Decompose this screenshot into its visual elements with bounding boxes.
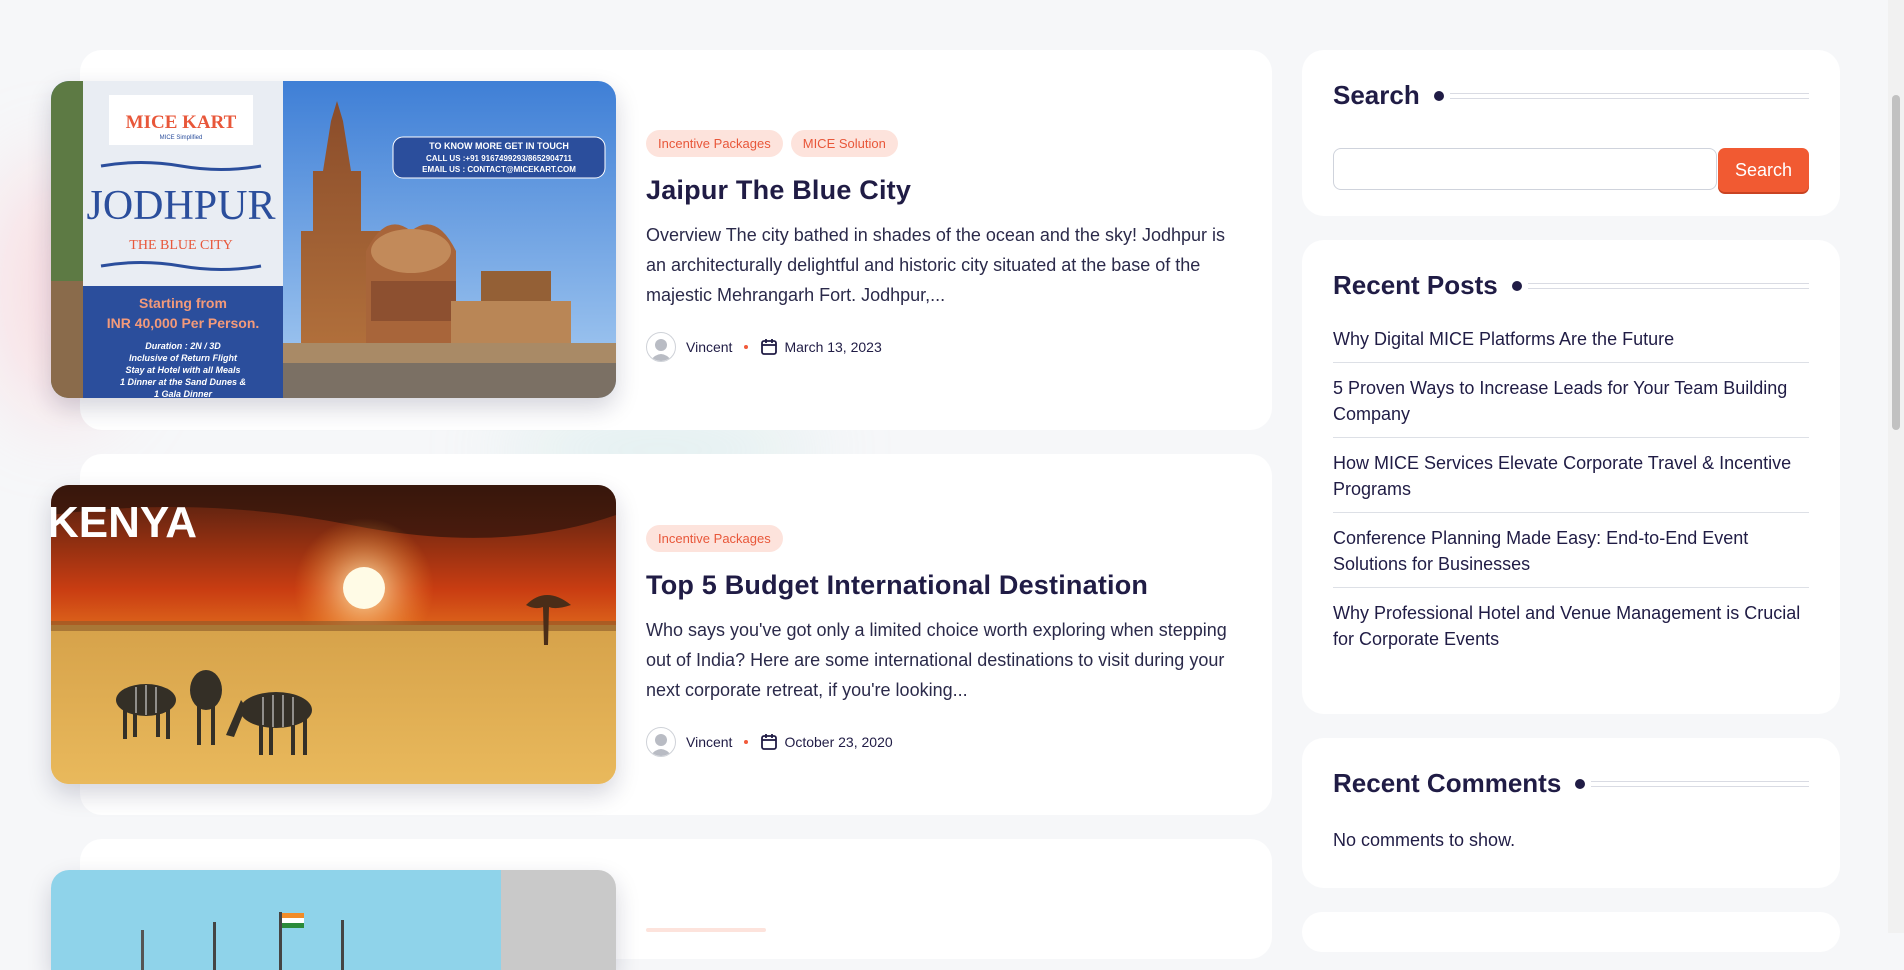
recent-post-link[interactable]: How MICE Services Elevate Corporate Trav…: [1333, 450, 1809, 513]
no-comments-text: No comments to show.: [1333, 830, 1516, 850]
post-tags: Incentive Packages: [646, 525, 1246, 552]
widget-header: Search: [1333, 80, 1809, 111]
post-image: [51, 870, 616, 970]
poster-detail: 1 Dinner at the Sand Dunes &: [120, 377, 246, 387]
post-meta: Vincent March 13, 2023: [646, 332, 1246, 362]
post-content: [646, 928, 1246, 932]
poster-detail: Stay at Hotel with all Meals: [125, 365, 240, 375]
search-button[interactable]: Search: [1718, 148, 1809, 192]
post-date[interactable]: October 23, 2020: [784, 734, 892, 750]
recent-comments-widget: Recent Comments No comments to show.: [1302, 738, 1840, 888]
recent-posts-list: Why Digital MICE Platforms Are the Futur…: [1333, 326, 1809, 674]
user-avatar-icon: [646, 727, 676, 757]
tag-incentive-packages[interactable]: Incentive Packages: [646, 525, 783, 552]
poster-detail: Duration : 2N / 3D: [145, 341, 221, 351]
title-dot: [1433, 90, 1444, 101]
widget-header: Recent Comments: [1333, 768, 1809, 799]
post-tag[interactable]: [646, 928, 766, 932]
post-meta: Vincent October 23, 2020: [646, 727, 1246, 757]
poster-price-line2: INR 40,000 Per Person.: [107, 315, 260, 331]
post-thumbnail[interactable]: MICE KART MICE Simplified JODHPUR THE BL…: [51, 81, 616, 398]
title-divider: [1527, 282, 1809, 289]
search-input[interactable]: [1333, 148, 1717, 190]
title-dot: [1575, 778, 1586, 789]
post-tags: Incentive Packages MICE Solution: [646, 130, 1246, 157]
recent-post-link[interactable]: Why Digital MICE Platforms Are the Futur…: [1333, 326, 1809, 363]
title-divider: [1591, 780, 1809, 787]
post-author[interactable]: Vincent: [686, 339, 732, 355]
poster-detail: 1 Gala Dinner: [154, 389, 213, 398]
page-scrollbar[interactable]: [1888, 0, 1904, 933]
meta-separator: [744, 345, 749, 349]
recent-posts-widget: Recent Posts Why Digital MICE Platforms …: [1302, 240, 1840, 714]
post-excerpt: Who says you've got only a limited choic…: [646, 620, 1227, 700]
image-caption: KENYA: [51, 498, 197, 547]
poster-contact: TO KNOW MORE GET IN TOUCH: [429, 141, 569, 151]
widget-title: Recent Comments: [1333, 768, 1562, 798]
scrollbar-thumb[interactable]: [1892, 95, 1900, 430]
poster-brand-sub: MICE Simplified: [160, 135, 203, 141]
meta-separator: [744, 740, 749, 744]
recent-post-link[interactable]: Why Professional Hotel and Venue Managem…: [1333, 600, 1809, 662]
kenya-sunset-image: KENYA: [51, 485, 616, 784]
jodhpur-poster-image: MICE KART MICE Simplified JODHPUR THE BL…: [51, 81, 616, 398]
poster-brand: MICE KART: [126, 112, 237, 133]
poster-price-line1: Starting from: [139, 295, 227, 311]
post-thumbnail[interactable]: KENYA: [51, 485, 616, 784]
calendar-icon: [760, 733, 778, 751]
post-title[interactable]: Top 5 Budget International Destination: [646, 570, 1246, 601]
poster-contact: EMAIL US : CONTACT@MICEKART.COM: [422, 165, 576, 174]
post-thumbnail[interactable]: [51, 870, 616, 970]
user-avatar-icon: [646, 332, 676, 362]
title-dot: [1511, 280, 1522, 291]
widget-title: Search: [1333, 80, 1420, 110]
widget-header: Recent Posts: [1333, 270, 1809, 301]
post-date[interactable]: March 13, 2023: [784, 339, 881, 355]
post-excerpt: Overview The city bathed in shades of th…: [646, 225, 1226, 305]
title-divider: [1449, 92, 1809, 99]
recent-post-link[interactable]: 5 Proven Ways to Increase Leads for Your…: [1333, 375, 1809, 438]
post-title[interactable]: Jaipur The Blue City: [646, 175, 1246, 206]
poster-detail: Inclusive of Return Flight: [129, 353, 238, 363]
post-content: Incentive Packages MICE Solution Jaipur …: [646, 130, 1246, 362]
post-author[interactable]: Vincent: [686, 734, 732, 750]
recent-post-link[interactable]: Conference Planning Made Easy: End-to-En…: [1333, 525, 1809, 588]
poster-contact: CALL US :+91 9167499293/8652904711: [426, 154, 573, 163]
poster-subtitle: THE BLUE CITY: [129, 238, 232, 253]
tag-incentive-packages[interactable]: Incentive Packages: [646, 130, 783, 157]
sidebar-widget: [1302, 912, 1840, 952]
tag-mice-solution[interactable]: MICE Solution: [790, 130, 898, 157]
post-content: Incentive Packages Top 5 Budget Internat…: [646, 525, 1246, 757]
widget-title: Recent Posts: [1333, 270, 1498, 300]
poster-city: JODHPUR: [86, 183, 275, 229]
calendar-icon: [760, 338, 778, 356]
search-widget: Search Search: [1302, 50, 1840, 216]
